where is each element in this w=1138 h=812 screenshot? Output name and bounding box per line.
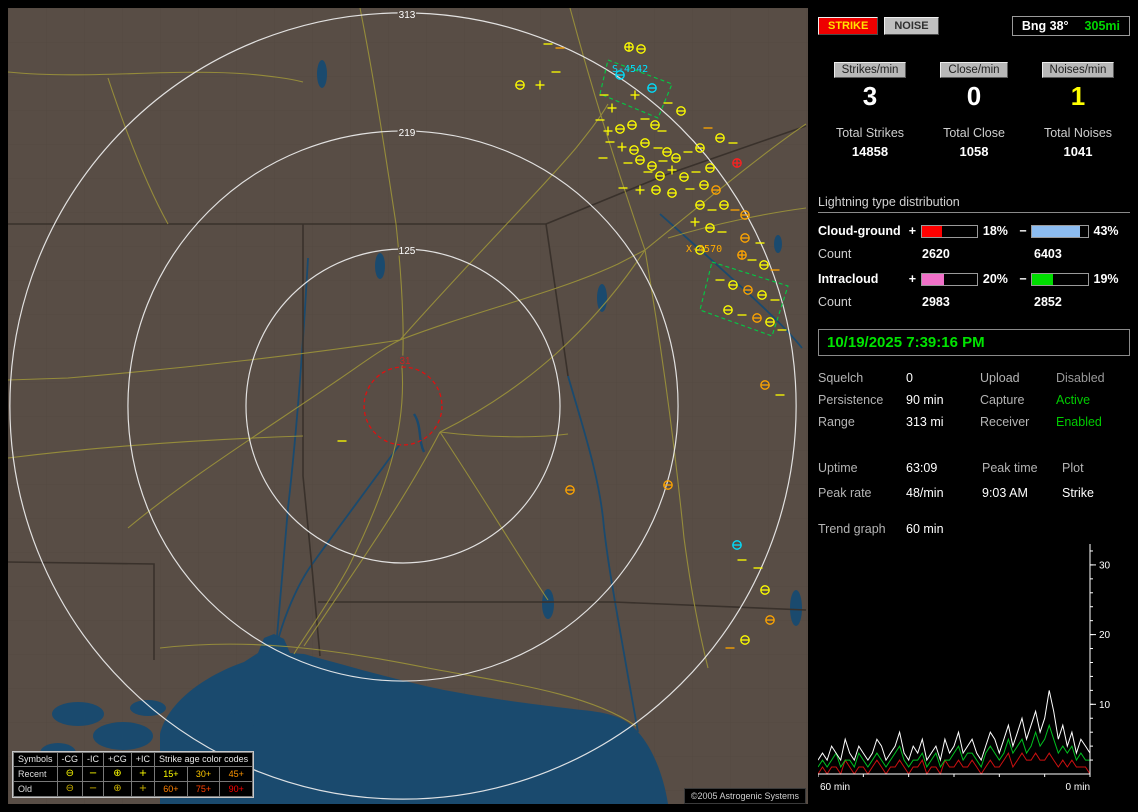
- minus-sign: −: [1019, 272, 1027, 286]
- count-label: Count: [818, 247, 852, 261]
- trend-graph-label: Trend graph: [818, 522, 886, 536]
- noises-per-min-button[interactable]: Noises/min: [1041, 62, 1115, 78]
- peak-rate-value: 48/min: [906, 486, 944, 500]
- peak-rate-label: Peak rate: [818, 486, 872, 500]
- total-close-value: 1058: [959, 144, 989, 159]
- capture-status: Active: [1056, 393, 1091, 407]
- indicator-bar: STRIKE NOISE Bng 38° 305mi: [818, 16, 1130, 36]
- cg-plus-bar: [920, 224, 978, 238]
- upload-label: Upload: [980, 371, 1020, 385]
- svg-text:S-4542: S-4542: [612, 64, 648, 75]
- bearing-value: Bng 38°: [1021, 19, 1069, 33]
- squelch-label: Squelch: [818, 371, 864, 385]
- total-noises-value: 1041: [1063, 144, 1093, 159]
- bearing-display: Bng 38° 305mi: [1011, 16, 1130, 36]
- intracloud-row: Intracloud + 20% − 19%: [818, 272, 1130, 286]
- peak-time-value: 9:03 AM: [982, 486, 1028, 500]
- map-canvas: 313 219 125 31 S-4542 X-4570: [8, 8, 808, 804]
- svg-text:0 min: 0 min: [1066, 782, 1090, 793]
- cloud-ground-count-row: Count 2620 6403: [818, 247, 1130, 261]
- strikestar-window: 313 219 125 31 S-4542 X-4570 Symbols -CG -IC +C…: [0, 0, 1138, 812]
- svg-text:60 min: 60 min: [820, 782, 850, 793]
- trend-graph-canvas: 30 20 10 60 min 0 min: [818, 544, 1111, 793]
- capture-label: Capture: [980, 393, 1025, 407]
- ic-minus-percent: 19%: [1093, 272, 1119, 286]
- bearing-distance: 305mi: [1084, 19, 1120, 33]
- settings-grid: Squelch 0 Upload Disabled Persistence 90…: [818, 371, 1130, 429]
- close-per-min-button[interactable]: Close/min: [940, 62, 1008, 78]
- trend-graph: 30 20 10 60 min 0 min: [818, 544, 1130, 806]
- upload-status: Disabled: [1056, 371, 1105, 385]
- receiver-label: Receiver: [980, 415, 1030, 429]
- trend-window-value: 60 min: [906, 522, 944, 536]
- range-value: 313 mi: [906, 415, 944, 429]
- total-noises-label: Total Noises: [1043, 126, 1113, 140]
- cg-minus-bar: [1031, 224, 1089, 238]
- noises-per-min-value: 1: [1070, 81, 1086, 111]
- ic-plus-count: 2983: [922, 295, 950, 309]
- cg-plus-percent: 18%: [982, 224, 1008, 238]
- strike-indicator-button[interactable]: STRIKE: [818, 17, 879, 35]
- map-legend: Symbols -CG -IC +CG +IC Strike age color code…: [12, 751, 255, 798]
- cg-minus-percent: 43%: [1093, 224, 1119, 238]
- persistence-label: Persistence: [818, 393, 884, 407]
- noise-indicator-button[interactable]: NOISE: [884, 17, 939, 35]
- ic-plus-bar: [920, 272, 978, 286]
- cloud-ground-row: Cloud-ground + 18% − 43%: [818, 224, 1130, 238]
- minus-sign: −: [1019, 224, 1027, 238]
- ic-minus-bar: [1031, 272, 1089, 286]
- ic-minus-count: 2852: [1034, 295, 1062, 309]
- total-strikes-value: 14858: [851, 144, 889, 159]
- copyright: ©2005 Astrogenic Systems: [683, 788, 806, 804]
- svg-text:30: 30: [1099, 560, 1111, 571]
- plus-sign: +: [908, 224, 917, 238]
- range-label: Range: [818, 415, 855, 429]
- rate-counters: Strikes/min 3 Total Strikes 14858 Close/…: [818, 62, 1130, 159]
- persistence-value: 90 min: [906, 393, 944, 407]
- svg-text:X-4570: X-4570: [686, 244, 722, 255]
- peak-time-label: Peak time: [982, 461, 1038, 475]
- lightning-map[interactable]: 313 219 125 31 S-4542 X-4570 Symbols -CG -IC +C…: [8, 8, 808, 804]
- intracloud-label: Intracloud: [818, 272, 879, 286]
- total-close-label: Total Close: [943, 126, 1005, 140]
- ic-plus-percent: 20%: [982, 272, 1008, 286]
- strikes-per-min-value: 3: [862, 81, 878, 111]
- squelch-value: 0: [906, 371, 913, 385]
- status-grid: Uptime 63:09 Peak time Plot Peak rate 48…: [818, 461, 1130, 500]
- noises-per-min-column: Noises/min 1 Total Noises 1041: [1026, 62, 1130, 159]
- svg-text:20: 20: [1099, 630, 1111, 641]
- svg-text:10: 10: [1099, 700, 1111, 711]
- svg-text:31: 31: [399, 356, 411, 367]
- plus-sign: +: [908, 272, 917, 286]
- legend-table: Symbols -CG -IC +CG +IC Strike age color code…: [13, 752, 254, 797]
- trend-header: Trend graph 60 min: [818, 522, 1130, 536]
- cloud-ground-label: Cloud-ground: [818, 224, 901, 238]
- strikes-per-min-button[interactable]: Strikes/min: [833, 62, 907, 78]
- svg-text:313: 313: [399, 10, 416, 21]
- receiver-status: Enabled: [1056, 415, 1102, 429]
- strikes-per-min-column: Strikes/min 3 Total Strikes 14858: [818, 62, 922, 159]
- close-per-min-value: 0: [966, 81, 982, 111]
- close-per-min-column: Close/min 0 Total Close 1058: [922, 62, 1026, 159]
- intracloud-count-row: Count 2983 2852: [818, 295, 1130, 309]
- cg-plus-count: 2620: [922, 247, 950, 261]
- uptime-label: Uptime: [818, 461, 858, 475]
- plot-label: Plot: [1062, 461, 1084, 475]
- svg-text:219: 219: [399, 128, 416, 139]
- distribution-title: Lightning type distribution: [818, 195, 1130, 213]
- datetime-display: 10/19/2025 7:39:16 PM: [818, 329, 1130, 356]
- uptime-value: 63:09: [906, 461, 938, 475]
- cg-minus-count: 6403: [1034, 247, 1062, 261]
- svg-text:125: 125: [399, 246, 416, 257]
- total-strikes-label: Total Strikes: [835, 126, 905, 140]
- control-panel: STRIKE NOISE Bng 38° 305mi Strikes/min 3…: [818, 8, 1130, 804]
- plot-value: Strike: [1062, 486, 1094, 500]
- count-label: Count: [818, 295, 852, 309]
